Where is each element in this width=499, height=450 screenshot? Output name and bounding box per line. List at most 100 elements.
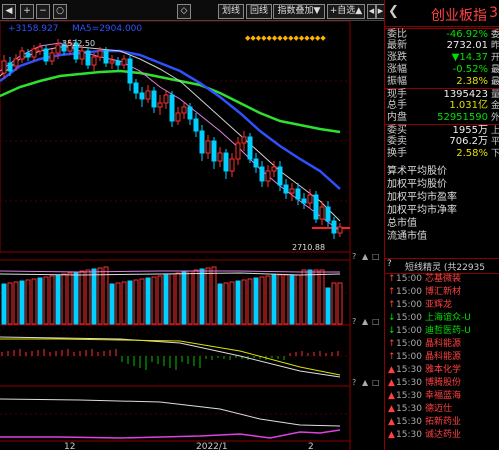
candle-body (205, 140, 211, 154)
zoom-in-button[interactable]: + (20, 4, 34, 19)
candle-body (43, 48, 49, 62)
volume-bar (73, 271, 79, 325)
stat-sub: 平 (490, 137, 499, 147)
ma-white-line (0, 46, 341, 222)
svg-text:□: □ (372, 252, 380, 261)
volume-bar (223, 282, 229, 325)
candle-body (307, 194, 313, 204)
candle-body (13, 58, 19, 67)
candle-body (277, 166, 283, 186)
stat-key: 涨幅 (387, 64, 407, 75)
prev-stock-button[interactable]: ◀ (367, 4, 376, 19)
candle-body (199, 130, 205, 154)
sprite-stock: 上海谊众-U (425, 313, 471, 323)
sprite-item[interactable]: ▲ 15:30 雅本化学 (385, 364, 499, 377)
candle-body (115, 60, 121, 66)
candle-body (121, 58, 127, 66)
stat-key: 换手 (387, 148, 407, 159)
candle-body (151, 90, 157, 108)
panel-menu-icon: ? (352, 252, 356, 261)
sprite-item[interactable]: ↓ 15:00 迪哲医药-U (385, 325, 499, 338)
candle-body (1, 60, 7, 74)
sprite-time: 15:00 (396, 352, 422, 362)
candle-body (241, 136, 247, 144)
sprite-item[interactable]: ↑ 15:00 晶科能源 (385, 338, 499, 351)
stat-row: 涨幅 -0.52% 最 (385, 64, 499, 76)
sprite-stock: 博腾股份 (425, 378, 462, 388)
index-overlay-dropdown[interactable]: 指数叠加▼ (273, 4, 325, 19)
volume-bar (103, 266, 109, 325)
return-line-button[interactable]: 回线 (246, 4, 272, 19)
ma2-label: MA5=2904.000 (72, 24, 142, 34)
candle-body (85, 50, 91, 66)
add-watchlist-button[interactable]: +自选▲ (327, 4, 365, 19)
volume-bar (295, 274, 301, 325)
volume-bar (25, 279, 31, 325)
sprite-item[interactable]: ▲ 15:30 诚达药业 (385, 429, 499, 442)
candle-body (187, 106, 193, 120)
volume-bar (217, 283, 223, 325)
candle-body (133, 82, 139, 94)
stat-row: 涨跌 ▼14.37 开 (385, 52, 499, 64)
candle-body (127, 58, 133, 84)
sprite-item[interactable]: ▲ 15:30 德迈仕 (385, 403, 499, 416)
volume-bar (13, 281, 19, 325)
arrow-up-icon: ↑ (388, 287, 396, 297)
sprite-item[interactable]: ↑ 15:00 晶科能源 (385, 351, 499, 364)
sprite-item[interactable]: ▲ 15:30 幸福蓝海 (385, 390, 499, 403)
stat-sub: 最 (490, 77, 499, 87)
volume-bar (91, 268, 97, 325)
candle-body (49, 52, 55, 62)
stat-sub: 昨 (490, 41, 499, 51)
volume-bar (307, 269, 313, 325)
circle-tool-button[interactable]: ○ (53, 4, 67, 19)
candle-body (79, 50, 85, 60)
volume-bar (271, 274, 277, 325)
arrow-up-icon: ↑ (388, 274, 396, 284)
volume-bar (145, 277, 151, 325)
scroll-left-button[interactable]: ◀ (2, 4, 16, 19)
kline-chart[interactable]: +3158.927 MA5=2904.000 3522.50 2710.88 ◆… (0, 21, 384, 450)
sprite-stock: 幸福蓝海 (425, 391, 462, 401)
sprite-time: 15:30 (396, 378, 422, 388)
candle-body (211, 140, 217, 162)
x-label-2: 2 (308, 442, 314, 450)
candle-body (319, 206, 325, 220)
quote-panel: ❮ 创业板指 3 委比 -46.92% 委最新 2732.01 昨涨跌 ▼14.37 开涨幅… (384, 0, 499, 450)
sprite-item[interactable]: ▲ 15:30 博腾股份 (385, 377, 499, 390)
candle-body (103, 50, 109, 64)
arrow-up-icon: ↑ (388, 352, 396, 362)
sprite-item[interactable]: ▲ 15:30 拓新药业 (385, 416, 499, 429)
sprite-item[interactable]: ↓ 15:00 上海谊众-U (385, 312, 499, 325)
sprite-item[interactable]: ↑ 15:00 亚辉龙 (385, 299, 499, 312)
stat-key: 总手 (387, 100, 407, 111)
sprite-stock: 拓新药业 (425, 417, 462, 427)
volume-bar (157, 275, 163, 325)
volume-bar (247, 278, 253, 325)
diamond-tool-button[interactable]: ◇ (177, 4, 191, 19)
candle-body (163, 94, 169, 104)
stat-value: 1.031亿 (449, 100, 488, 111)
candle-body (91, 56, 97, 66)
sprite-item[interactable]: ↑ 15:00 博汇新材 (385, 286, 499, 299)
candle-body (283, 184, 289, 194)
volume-bar (181, 271, 187, 325)
stat-sub: 最 (490, 65, 499, 75)
sprite-item[interactable]: ↑ 15:00 芯基微装 (385, 273, 499, 286)
back-icon[interactable]: ❮ (388, 4, 399, 19)
volume-bar (163, 274, 169, 325)
volume-bar (169, 273, 175, 325)
sprite-stock: 亚辉龙 (425, 300, 453, 310)
stat-sub: 金 (490, 101, 499, 111)
candle-body (169, 94, 175, 122)
volume-bar (259, 276, 265, 325)
volume-bar (133, 279, 139, 325)
zoom-out-button[interactable]: − (36, 4, 50, 19)
sprite-time: 15:00 (396, 339, 422, 349)
volume-bar (127, 280, 133, 325)
draw-line-button[interactable]: 划线 (218, 4, 244, 19)
candle-body (265, 170, 271, 182)
volume-bar (139, 278, 145, 325)
volume-bar (325, 287, 331, 325)
arrow-up-icon: ▲ (388, 430, 395, 440)
